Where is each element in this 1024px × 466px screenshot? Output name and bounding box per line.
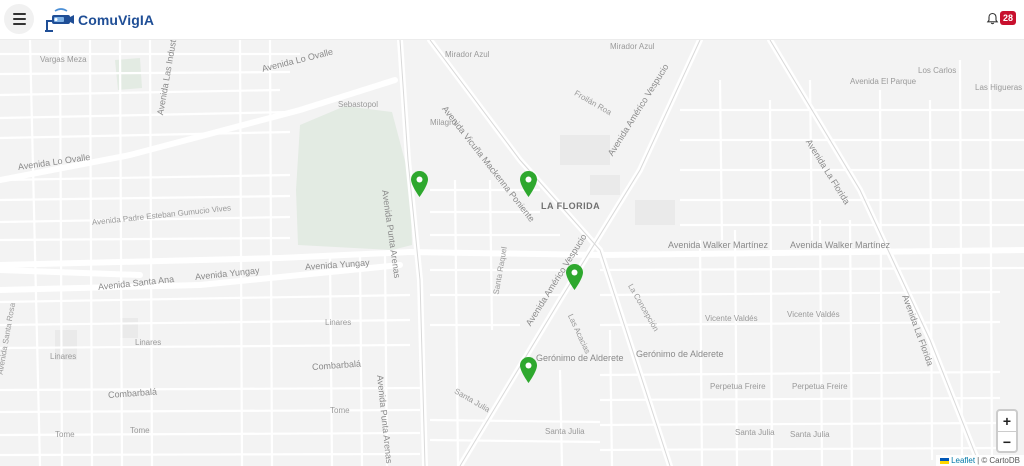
menu-line	[12, 23, 26, 25]
street-label: Gerónimo de Alderete	[536, 353, 624, 363]
street-label: Vicente Valdés	[787, 310, 840, 319]
street-label: Los Carlos	[918, 66, 957, 75]
map-view[interactable]: Mirador Azul Mirador Azul Vargas Meza Av…	[0, 40, 1024, 466]
street-label: Las Higueras	[975, 83, 1023, 92]
street-label: Avenida Walker Martínez	[668, 240, 769, 250]
street-label: Perpetua Freire	[710, 382, 766, 391]
hamburger-menu-button[interactable]	[4, 4, 34, 34]
street-label: Linares	[135, 338, 162, 347]
menu-line	[12, 13, 26, 15]
street-label: Tome	[55, 430, 75, 439]
street-label: Tome	[330, 406, 350, 415]
street-label: Avenida Walker Martínez	[790, 240, 891, 250]
street-label: Linares	[325, 318, 352, 327]
street-label: Mirador Azul	[445, 50, 490, 59]
place-label: LA FLORIDA	[541, 201, 601, 211]
street-label: Vicente Valdés	[705, 314, 758, 323]
brand-logo[interactable]: ComuVigIA	[43, 6, 154, 34]
street-label: Santa Julia	[735, 428, 775, 437]
street-label: Gerónimo de Alderete	[636, 349, 724, 359]
map-marker[interactable]	[520, 357, 537, 383]
camera-logo-icon	[45, 8, 74, 32]
tile-provider-label: CartoDB	[989, 456, 1020, 465]
leaflet-link[interactable]: Leaflet	[951, 456, 975, 465]
street-label: Tome	[130, 426, 150, 435]
zoom-out-button[interactable]: −	[998, 431, 1016, 451]
map-tiles	[0, 40, 1024, 466]
map-attribution: Leaflet | © CartoDB	[936, 455, 1024, 466]
street-label: Santa Julia	[790, 430, 830, 439]
map-marker[interactable]	[520, 171, 537, 197]
street-label: Linares	[50, 352, 77, 361]
app-name: ComuVigIA	[78, 12, 155, 28]
street-label: Avenida El Parque	[850, 77, 917, 86]
top-bar: ComuVigIA 28	[0, 0, 1024, 40]
map-marker[interactable]	[411, 171, 428, 197]
notification-count-badge: 28	[999, 11, 1016, 25]
notifications-button[interactable]: 28	[986, 11, 1016, 25]
menu-line	[12, 18, 26, 20]
bell-icon	[986, 12, 999, 24]
street-label: Mirador Azul	[610, 42, 655, 51]
attribution-separator: | ©	[977, 456, 988, 465]
street-label: Sebastopol	[338, 100, 379, 109]
map-marker[interactable]	[566, 264, 583, 290]
zoom-control: + −	[996, 409, 1018, 453]
zoom-in-button[interactable]: +	[998, 411, 1016, 431]
street-label: Vargas Meza	[40, 55, 87, 64]
ukraine-flag-icon	[940, 457, 950, 464]
street-label: Santa Julia	[545, 427, 585, 436]
street-label: Perpetua Freire	[792, 382, 848, 391]
